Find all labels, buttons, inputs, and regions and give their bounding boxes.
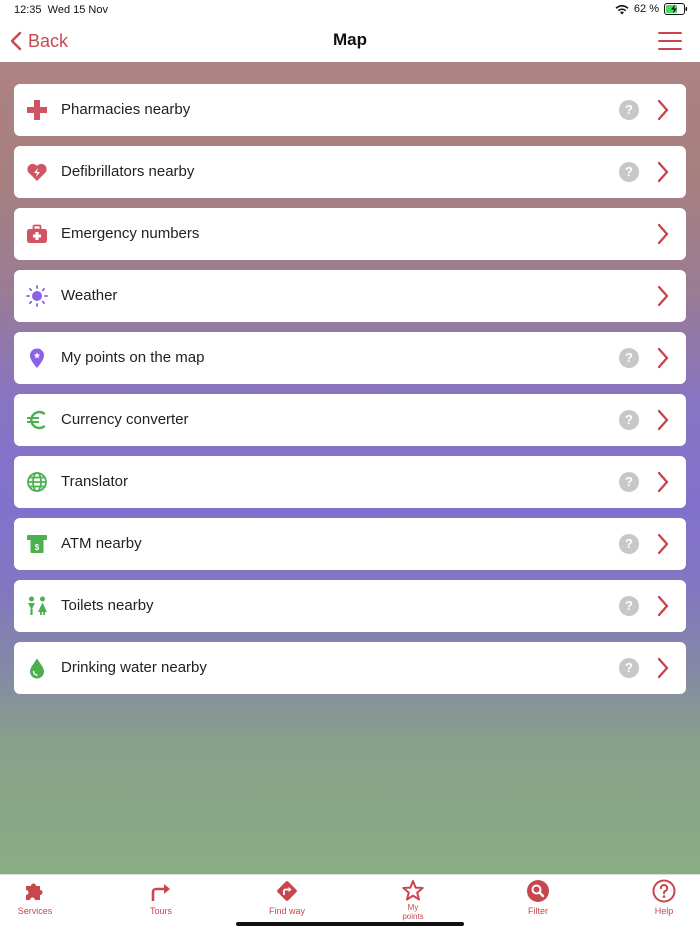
service-item-pharmacies[interactable]: Pharmacies nearby ?: [14, 84, 686, 136]
help-badge[interactable]: ?: [619, 410, 639, 430]
tab-find-way[interactable]: Find way: [247, 879, 327, 923]
service-item-my-points[interactable]: My points on the map ?: [14, 332, 686, 384]
chevron-right-icon: [657, 347, 669, 369]
content-area: Pharmacies nearby ? Defibrillators nearb…: [0, 62, 700, 874]
chevron-right-icon: [657, 285, 669, 307]
first-aid-kit-icon: [26, 223, 48, 245]
service-item-atm[interactable]: $ ATM nearby ?: [14, 518, 686, 570]
service-label: Weather: [61, 287, 118, 304]
service-label: Currency converter: [61, 411, 189, 428]
home-indicator: [236, 922, 464, 926]
chevron-right-icon: [657, 409, 669, 431]
tab-label: Filter: [528, 906, 548, 916]
status-time: 12:35 Wed 15 Nov: [14, 4, 108, 16]
service-label: My points on the map: [61, 349, 205, 366]
service-label: Toilets nearby: [61, 597, 154, 614]
service-label: Translator: [61, 473, 128, 490]
tab-label: Find way: [268, 906, 305, 916]
star-icon: [402, 880, 424, 901]
service-list: Pharmacies nearby ? Defibrillators nearb…: [14, 84, 686, 704]
hamburger-line: [658, 32, 682, 34]
battery-percent: 62 %: [633, 3, 659, 15]
chevron-right-icon: [657, 595, 669, 617]
chevron-right-icon: [657, 223, 669, 245]
help-badge[interactable]: ?: [619, 348, 639, 368]
tab-label: Help: [654, 906, 674, 916]
chevron-right-icon: [657, 533, 669, 555]
help-badge[interactable]: ?: [619, 534, 639, 554]
hamburger-line: [658, 48, 682, 50]
help-badge[interactable]: ?: [619, 658, 639, 678]
chevron-right-icon: [657, 471, 669, 493]
globe-icon: [26, 471, 48, 493]
pharmacy-cross-icon: [26, 99, 48, 121]
service-item-drinking-water[interactable]: Drinking water nearby ?: [14, 642, 686, 694]
status-date: Wed 15 Nov: [47, 4, 108, 16]
service-item-weather[interactable]: Weather: [14, 270, 686, 322]
tab-services[interactable]: Services: [0, 879, 75, 923]
service-item-emergency-numbers[interactable]: Emergency numbers: [14, 208, 686, 260]
tab-help[interactable]: Help: [624, 879, 700, 923]
status-indicators: 62 %: [615, 3, 688, 15]
service-label: Emergency numbers: [61, 225, 200, 242]
service-item-toilets[interactable]: Toilets nearby ?: [14, 580, 686, 632]
help-badge[interactable]: ?: [619, 100, 639, 120]
service-item-currency-converter[interactable]: Currency converter ?: [14, 394, 686, 446]
tab-label: Tours: [149, 906, 172, 916]
wifi-icon: [615, 4, 629, 14]
navigation-bar: Back Map: [0, 20, 700, 62]
service-label: ATM nearby: [61, 535, 142, 552]
map-pin-icon: [26, 347, 48, 369]
app-window: 12:35 Wed 15 Nov 62 % Back Map Pharmacie…: [0, 0, 700, 934]
tab-label-line1: My: [407, 903, 419, 912]
service-item-translator[interactable]: Translator ?: [14, 456, 686, 508]
tab-label: Services: [17, 906, 53, 916]
page-title: Map: [333, 30, 367, 49]
menu-button[interactable]: [658, 32, 682, 50]
toilets-icon: [26, 595, 48, 617]
help-badge[interactable]: ?: [619, 162, 639, 182]
chevron-right-icon: [657, 99, 669, 121]
battery-charging-icon: [664, 3, 688, 15]
status-bar: 12:35 Wed 15 Nov 62 %: [0, 0, 700, 20]
chevron-right-icon: [657, 161, 669, 183]
svg-text:$: $: [35, 543, 40, 552]
help-badge[interactable]: ?: [619, 596, 639, 616]
tab-filter[interactable]: Filter: [498, 879, 578, 923]
hamburger-line: [658, 40, 682, 42]
help-circle-icon: [652, 879, 676, 903]
help-badge[interactable]: ?: [619, 472, 639, 492]
status-clock: 12:35: [14, 4, 42, 16]
atm-icon: $: [26, 533, 48, 555]
service-item-defibrillators[interactable]: Defibrillators nearby ?: [14, 146, 686, 198]
service-label: Drinking water nearby: [61, 659, 207, 676]
service-label: Pharmacies nearby: [61, 101, 191, 118]
chevron-right-icon: [657, 657, 669, 679]
heart-defibrillator-icon: [26, 161, 48, 183]
water-drop-icon: [26, 657, 48, 679]
search-icon: [527, 880, 549, 902]
euro-icon: [26, 409, 48, 431]
tab-label-line2: points: [402, 912, 424, 921]
tab-my-points[interactable]: My points: [373, 879, 453, 923]
sun-icon: [26, 285, 48, 307]
route-arrow-icon: [151, 884, 170, 901]
puzzle-icon: [26, 883, 43, 900]
tab-tours[interactable]: Tours: [121, 879, 201, 923]
directions-icon: [277, 881, 297, 901]
service-label: Defibrillators nearby: [61, 163, 195, 180]
